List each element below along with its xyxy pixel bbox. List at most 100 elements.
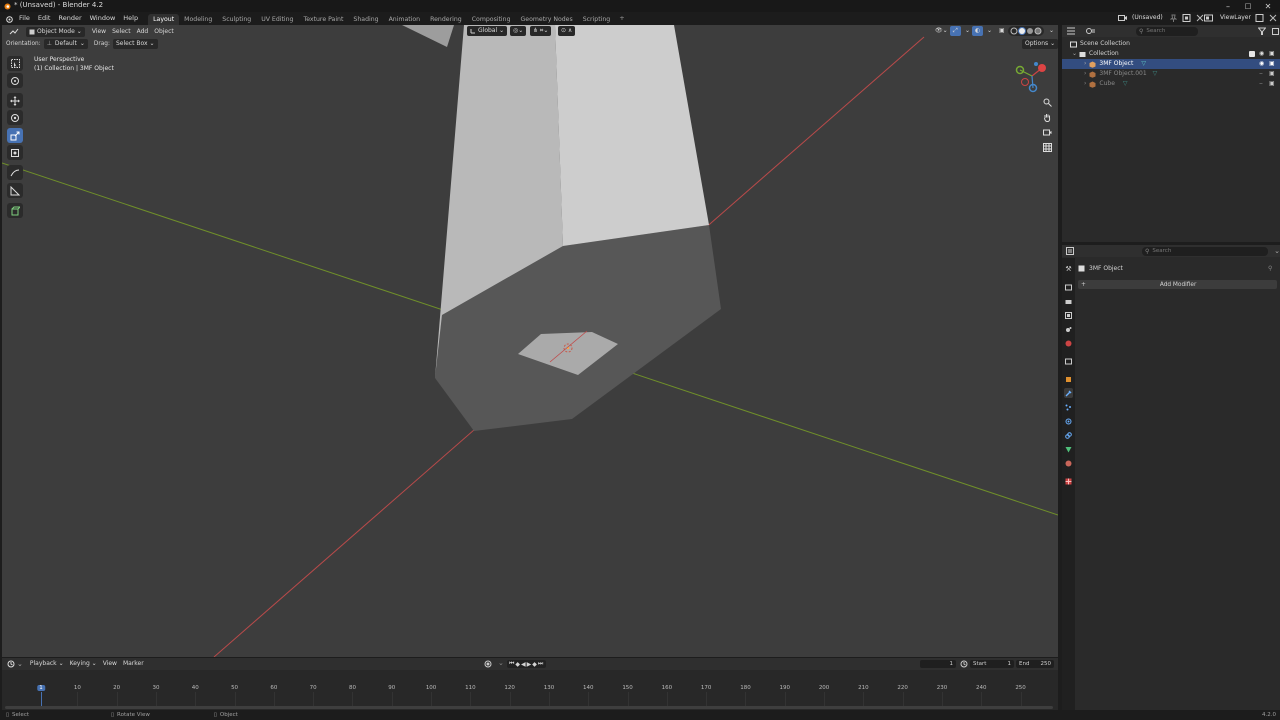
overlay-dropdown-icon[interactable]: ⌄ xyxy=(984,26,995,36)
editor-type-icon[interactable] xyxy=(6,28,22,36)
new-scene-icon[interactable] xyxy=(1182,13,1192,23)
mesh-data-tab-icon[interactable] xyxy=(1064,444,1073,454)
expand-arrow-icon[interactable]: ⌄ xyxy=(1072,49,1077,59)
menu-marker[interactable]: Marker xyxy=(120,659,147,669)
end-frame-field[interactable]: End 250 xyxy=(1016,660,1054,668)
camera-icon[interactable]: ▣ xyxy=(1269,49,1275,59)
menu-select[interactable]: Select xyxy=(109,27,134,37)
pin-icon[interactable] xyxy=(1170,14,1177,22)
expand-arrow-icon[interactable]: › xyxy=(1084,79,1086,89)
jump-end-icon[interactable]: ⏭ xyxy=(538,660,544,668)
menu-playback[interactable]: Playback ⌄ xyxy=(27,659,67,669)
properties-search-input[interactable]: ⚲ Search xyxy=(1142,246,1269,256)
close-button[interactable]: ✕ xyxy=(1258,0,1278,12)
timeline-editor-icon[interactable] xyxy=(7,660,17,668)
measure-tool[interactable] xyxy=(7,183,23,198)
blender-menu-icon[interactable] xyxy=(3,15,15,23)
modifier-tab-icon[interactable] xyxy=(1064,388,1073,398)
tab-sculpting[interactable]: Sculpting xyxy=(217,14,256,25)
gizmo-toggle-icon[interactable]: ⤢ xyxy=(950,26,961,36)
start-frame-field[interactable]: Start 1 xyxy=(970,660,1014,668)
display-mode-icon[interactable] xyxy=(1086,27,1096,35)
menu-window[interactable]: Window xyxy=(86,12,120,25)
add-workspace-button[interactable]: + xyxy=(615,12,628,25)
tab-shading[interactable]: Shading xyxy=(348,14,383,25)
wireframe-shading-icon[interactable] xyxy=(1010,27,1018,35)
xray-toggle-icon[interactable]: ▣ xyxy=(996,26,1008,36)
scene-tab-icon[interactable] xyxy=(1064,324,1073,334)
preview-range-icon[interactable] xyxy=(960,660,968,668)
minimize-button[interactable]: – xyxy=(1218,0,1238,12)
rendered-shading-icon[interactable] xyxy=(1034,27,1042,35)
eye-hidden-icon[interactable]: ⌣ xyxy=(1259,79,1263,89)
pin-icon[interactable]: ⚲ xyxy=(1268,265,1272,272)
eye-icon[interactable]: ◉ xyxy=(1259,49,1264,59)
add-cube-tool[interactable] xyxy=(7,203,23,218)
transform-orientation-dropdown[interactable]: Global ⌄ xyxy=(467,26,508,36)
mode-dropdown[interactable]: Object Mode ⌄ xyxy=(26,26,85,37)
properties-editor-icon[interactable] xyxy=(1066,247,1076,255)
zoom-view-icon[interactable] xyxy=(1041,96,1054,109)
eye-hidden-icon[interactable]: ⌣ xyxy=(1259,69,1263,79)
camera-icon[interactable]: ▣ xyxy=(1269,69,1275,79)
cursor-tool[interactable] xyxy=(7,73,23,88)
menu-file[interactable]: File xyxy=(15,12,34,25)
annotate-tool[interactable] xyxy=(7,165,23,180)
add-modifier-button[interactable]: + Add Modifier xyxy=(1078,280,1277,289)
outliner-editor-icon[interactable] xyxy=(1066,27,1076,35)
pan-hand-icon[interactable] xyxy=(1041,111,1054,124)
menu-help[interactable]: Help xyxy=(119,12,142,25)
drag-dropdown[interactable]: Select Box ⌄ xyxy=(112,39,158,49)
visibility-icon[interactable]: 👁⌄ xyxy=(932,26,951,36)
tool-tab-icon[interactable]: ⚒ xyxy=(1064,264,1073,274)
menu-render[interactable]: Render xyxy=(54,12,85,25)
tab-geometry-nodes[interactable]: Geometry Nodes xyxy=(516,14,578,25)
outliner-item-cube[interactable]: › Cube ▽ ⌣ ▣ xyxy=(1062,79,1280,89)
transform-tool[interactable] xyxy=(7,145,23,160)
tab-rendering[interactable]: Rendering xyxy=(425,14,467,25)
navigation-gizmo[interactable] xyxy=(1012,58,1052,96)
autokey-dropdown-icon[interactable]: ⌄ xyxy=(498,659,504,667)
solid-shading-icon[interactable] xyxy=(1018,27,1026,35)
snap-icon[interactable]: ⋔ ⌗⌄ xyxy=(530,26,552,36)
eye-icon[interactable]: ◉ xyxy=(1259,59,1264,69)
new-collection-icon[interactable] xyxy=(1272,27,1280,35)
perspective-grid-icon[interactable] xyxy=(1041,141,1054,154)
tab-animation[interactable]: Animation xyxy=(384,14,426,25)
3d-viewport[interactable] xyxy=(2,25,1058,657)
camera-view-icon[interactable] xyxy=(1041,126,1054,139)
outliner-search-input[interactable]: ⚲ Search xyxy=(1136,26,1198,36)
tab-uv-editing[interactable]: UV Editing xyxy=(256,14,298,25)
constraints-tab-icon[interactable] xyxy=(1064,430,1073,440)
maximize-button[interactable]: □ xyxy=(1238,0,1258,12)
chevron-down-icon[interactable]: ⌄ xyxy=(1274,247,1280,255)
menu-edit[interactable]: Edit xyxy=(34,12,55,25)
select-box-tool[interactable] xyxy=(7,56,23,71)
move-tool[interactable] xyxy=(7,93,23,108)
expand-arrow-icon[interactable]: › xyxy=(1084,69,1086,79)
filter-icon[interactable] xyxy=(1258,27,1266,35)
record-icon[interactable] xyxy=(484,660,492,668)
tab-compositing[interactable]: Compositing xyxy=(467,14,516,25)
physics-tab-icon[interactable] xyxy=(1064,416,1073,426)
texture-tab-icon[interactable] xyxy=(1064,476,1073,486)
current-frame-field[interactable]: 1 xyxy=(920,660,956,668)
camera-icon[interactable]: ▣ xyxy=(1269,79,1275,89)
menu-keying[interactable]: Keying ⌄ xyxy=(67,659,100,669)
view-layer-tab-icon[interactable] xyxy=(1064,310,1073,320)
view-layer-field[interactable]: ViewLayer xyxy=(1220,14,1251,21)
pivot-point-icon[interactable]: ◎⌄ xyxy=(510,26,527,36)
options-dropdown[interactable]: Options ⌄ xyxy=(1022,39,1059,49)
tab-texture-paint[interactable]: Texture Paint xyxy=(298,14,348,25)
output-tab-icon[interactable] xyxy=(1064,296,1073,306)
material-shading-icon[interactable] xyxy=(1026,27,1034,35)
outliner-scene-collection[interactable]: Scene Collection xyxy=(1062,39,1280,49)
outliner-collection[interactable]: ⌄ Collection ◉ ▣ xyxy=(1062,49,1280,59)
collection-tab-icon[interactable] xyxy=(1064,356,1073,366)
exclude-checkbox[interactable] xyxy=(1249,51,1255,57)
object-tab-icon[interactable] xyxy=(1064,374,1073,384)
render-tab-icon[interactable] xyxy=(1064,282,1073,292)
menu-view[interactable]: View xyxy=(89,27,109,37)
scene-name-field[interactable]: (Unsaved) xyxy=(1132,14,1163,21)
shading-dropdown-icon[interactable]: ⌄ xyxy=(1046,26,1057,36)
